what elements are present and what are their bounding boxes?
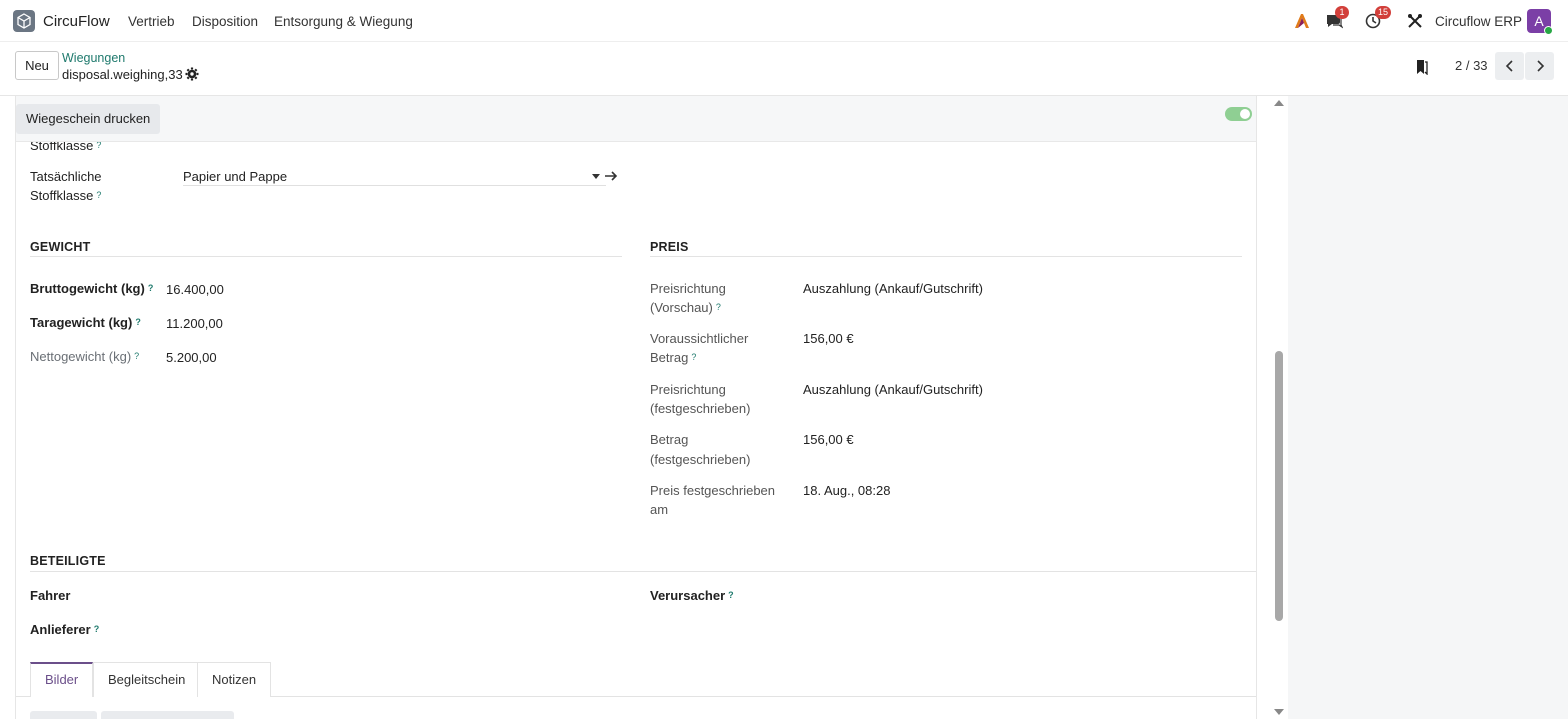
avatar-letter: A: [1534, 13, 1544, 29]
clock-icon[interactable]: 15: [1363, 6, 1392, 31]
form-scrollbar[interactable]: [1272, 96, 1286, 719]
actual-class-select[interactable]: Papier und Pappe: [183, 167, 287, 186]
amount-fixed-value: 156,00 €: [803, 432, 854, 447]
user-avatar[interactable]: A: [1527, 9, 1553, 35]
toggle-knob: [1240, 109, 1250, 119]
amount-fixed-label-line1: Betrag: [650, 432, 689, 447]
tab-content-button[interactable]: [30, 711, 97, 719]
top-navbar: CircuFlow Vertrieb Disposition Entsorgun…: [0, 0, 1568, 42]
expected-amount-label-line1: Voraussichtlicher: [650, 331, 749, 346]
weight-section-title: GEWICHT: [30, 240, 91, 254]
price-direction-preview-value: Auszahlung (Ankauf/Gutschrift): [803, 281, 983, 296]
supplier-label: Anlieferer?: [30, 622, 100, 637]
tare-weight-value[interactable]: 11.200,00: [166, 314, 223, 333]
gross-weight-label: Bruttogewicht (kg)?: [30, 281, 154, 296]
weight-section-line: [30, 256, 622, 257]
actual-class-label-line1: Tatsächliche: [30, 169, 102, 184]
caret-down-icon[interactable]: [592, 174, 600, 179]
breadcrumb-wiegungen[interactable]: Wiegungen: [62, 51, 125, 65]
amount-fixed-label-line2: (festgeschrieben): [650, 452, 751, 467]
tare-weight-label: Taragewicht (kg)?: [30, 315, 141, 330]
activities-badge: 15: [1375, 6, 1392, 19]
parties-section-line: [30, 571, 1256, 572]
price-direction-fixed-label-line1: Preisrichtung: [650, 382, 726, 397]
tab-bilder[interactable]: Bilder: [30, 662, 94, 697]
online-status-dot: [1544, 26, 1553, 35]
app-cube-icon[interactable]: [13, 10, 35, 32]
menu-disposition[interactable]: Disposition: [192, 14, 258, 29]
chatter-background: [1288, 96, 1568, 719]
gear-icon[interactable]: [185, 67, 199, 81]
price-fixed-on-value: 18. Aug., 08:28: [803, 483, 891, 498]
tab-content-button[interactable]: [101, 711, 234, 719]
parties-section-title: BETEILIGTE: [30, 554, 106, 568]
form-statusbar: Wiegeschein drucken: [16, 96, 1256, 142]
menu-entsorgung-wiegung[interactable]: Entsorgung & Wiegung: [274, 14, 413, 29]
app-name[interactable]: CircuFlow: [43, 13, 110, 30]
gross-weight-value[interactable]: 16.400,00: [166, 280, 224, 299]
price-direction-preview-label-line1: Preisrichtung: [650, 281, 726, 296]
menu-vertrieb[interactable]: Vertrieb: [128, 14, 175, 29]
price-section-line: [650, 256, 1242, 257]
active-toggle[interactable]: [1225, 107, 1252, 121]
expected-amount-value: 156,00 €: [803, 331, 854, 346]
chat-icon[interactable]: 1: [1324, 6, 1349, 31]
new-button[interactable]: Neu: [15, 51, 59, 80]
scrollbar-thumb[interactable]: [1275, 351, 1283, 621]
tab-notizen[interactable]: Notizen: [197, 662, 272, 697]
company-switcher[interactable]: Circuflow ERP: [1435, 14, 1522, 29]
pager-previous-button[interactable]: [1495, 52, 1524, 80]
tab-begleitschein[interactable]: Begleitschein: [93, 662, 201, 697]
chevron-right-icon: [1536, 60, 1544, 72]
net-weight-value: 5.200,00: [166, 350, 217, 365]
price-fixed-on-label-line2: am: [650, 502, 669, 517]
print-weighing-slip-button[interactable]: Wiegeschein drucken: [16, 104, 161, 134]
price-section-title: PREIS: [650, 240, 689, 254]
price-direction-fixed-label-line2: (festgeschrieben): [650, 401, 751, 416]
record-name: disposal.weighing,33: [62, 67, 183, 82]
price-direction-preview-label-line2: (Vorschau)?: [650, 300, 721, 315]
form-sheet: Stoffklasse? Wiegeschein drucken Tatsäch…: [15, 96, 1257, 719]
actual-class-label-line2: Stoffklasse?: [30, 188, 102, 203]
bookmark-icon[interactable]: [1415, 59, 1429, 76]
expected-amount-label-line2: Betrag?: [650, 350, 697, 365]
driver-label: Fahrer: [30, 588, 71, 603]
control-panel: Neu Wiegungen disposal.weighing,33 2 / 3…: [0, 42, 1568, 96]
pager-value[interactable]: 2 / 33: [1455, 58, 1488, 73]
tools-icon[interactable]: [1405, 11, 1425, 31]
pager-next-button[interactable]: [1525, 52, 1554, 80]
actual-class-underline: [183, 185, 606, 186]
messages-badge: 1: [1335, 6, 1349, 19]
net-weight-label: Nettogewicht (kg)?: [30, 349, 140, 364]
arrow-right-icon[interactable]: [604, 170, 618, 182]
logo-a-icon[interactable]: [1292, 11, 1312, 31]
originator-label: Verursacher?: [650, 588, 734, 603]
price-fixed-on-label-line1: Preis festgeschrieben: [650, 483, 776, 498]
chevron-left-icon: [1505, 60, 1513, 72]
scroll-down-arrow-icon[interactable]: [1274, 709, 1284, 715]
scroll-up-arrow-icon[interactable]: [1274, 100, 1284, 106]
price-direction-fixed-value: Auszahlung (Ankauf/Gutschrift): [803, 382, 983, 397]
